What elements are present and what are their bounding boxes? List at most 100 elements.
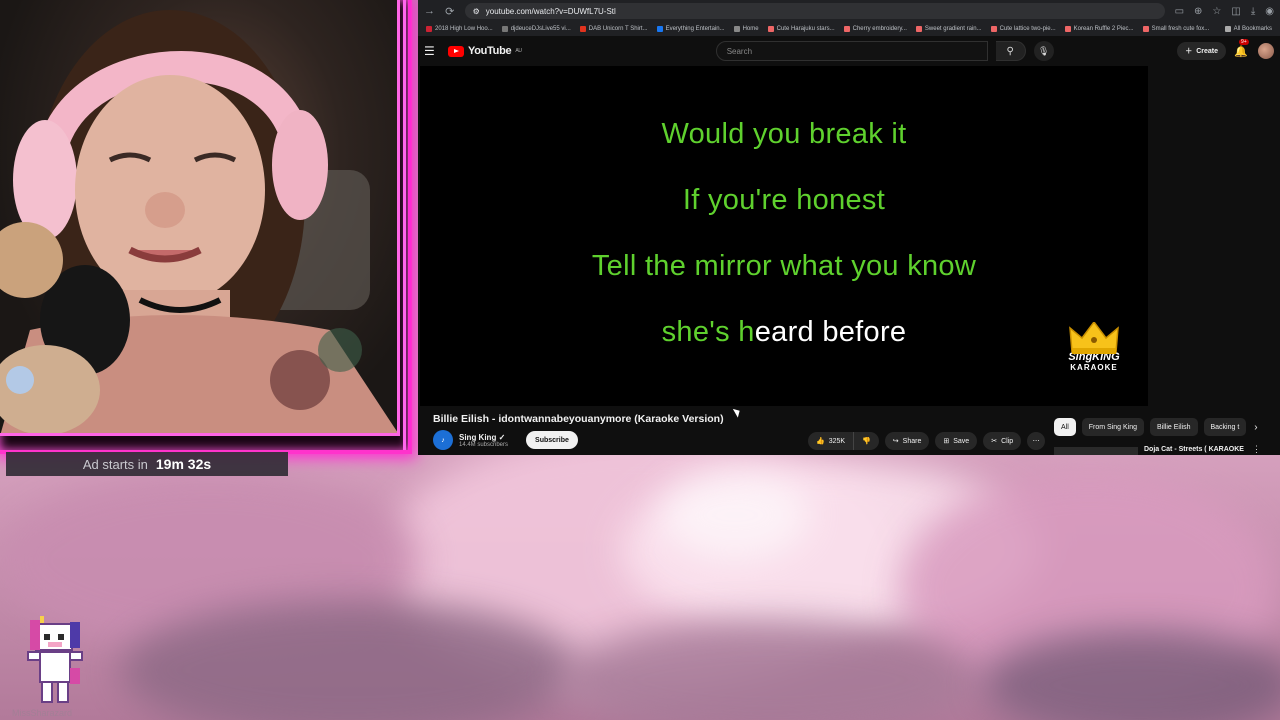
youtube-logo[interactable]: YouTube AU [448, 45, 522, 57]
extensions-icon[interactable]: ◫ [1231, 6, 1240, 17]
recommended-thumbnail[interactable] [1054, 447, 1138, 455]
bookmark-item[interactable]: Small fresh cute fox... [1142, 26, 1209, 32]
like-dislike-group: 👍 325K 👎 [808, 432, 879, 450]
forward-icon[interactable]: → [424, 5, 435, 17]
download-icon[interactable]: ⤓ [1251, 6, 1255, 17]
save-button[interactable]: ⊞ Save [935, 432, 978, 450]
profile-icon[interactable]: ◉ [1265, 6, 1274, 17]
neon-stripe [408, 0, 411, 450]
clip-button[interactable]: ✂ Clip [983, 432, 1022, 450]
create-label: Create [1196, 47, 1218, 55]
screen-icon[interactable]: ▭ [1175, 6, 1184, 17]
address-bar-icons: ▭ ⊕ ☆ ◫ ⤓ ◉ [1175, 6, 1274, 17]
mouse-cursor [732, 406, 743, 418]
lyric-sung: she's h [661, 316, 755, 348]
bookmark-item[interactable]: Everything Entertain... [656, 26, 725, 32]
bookmark-icon: ⊞ [943, 438, 950, 445]
video-title: Billie Eilish - idontwannabeyouanymore (… [433, 413, 724, 425]
url-text: youtube.com/watch?v=DUWfL7U-Stl [485, 6, 616, 16]
search-input[interactable]: Search [715, 41, 988, 61]
unicorn-sprite [26, 612, 84, 710]
bookmark-item[interactable]: Cute lattice two-pie... [990, 26, 1056, 32]
avatar[interactable] [1258, 43, 1274, 59]
channel-name[interactable]: Sing King ✓ [459, 433, 508, 442]
all-bookmarks[interactable]: All Bookmarks [1224, 26, 1272, 32]
channel-info: Sing King ✓ 14.4M subscribers [459, 433, 508, 448]
chip-from-channel[interactable]: From Sing King [1081, 418, 1145, 436]
bookmark-item[interactable]: djdeuceDJsLive55 vi... [501, 26, 571, 32]
related-chips: All From Sing King Billie Eilish Backing… [1054, 418, 1258, 436]
lyric-line: Would you break it [661, 118, 907, 150]
address-bar-row: → ⟳ ⚙ youtube.com/watch?v=DUWfL7U-Stl ▭ … [418, 0, 1280, 22]
webcam-feed [0, 0, 400, 436]
search-placeholder: Search [726, 46, 753, 56]
sing-king-logo: SingKING KARAOKE [1060, 320, 1128, 372]
browser-window: → ⟳ ⚙ youtube.com/watch?v=DUWfL7U-Stl ▭ … [418, 0, 1280, 455]
lyric-unsung: eard before [754, 316, 907, 348]
channel-row: ♪ Sing King ✓ 14.4M subscribers Subscrib… [433, 430, 578, 450]
webcam-image [0, 10, 397, 433]
channel-subscribers: 14.4M subscribers [459, 441, 509, 448]
recommended-title[interactable]: Doja Cat - Streets ( KARAOKE [1144, 446, 1244, 453]
chip-backing[interactable]: Backing t [1203, 418, 1247, 436]
bell-icon: 🔔 [1234, 45, 1248, 58]
voice-search-button[interactable]: 🎙 [1033, 41, 1054, 61]
mic-icon: 🎙 [1037, 45, 1050, 56]
streamer-name: MissSharazard [12, 708, 73, 718]
more-actions-button[interactable]: ⋯ [1027, 432, 1046, 450]
youtube-play-icon [448, 45, 464, 57]
like-count: 325K [828, 437, 846, 445]
region-label: AU [515, 48, 522, 54]
neon-stripe [403, 0, 406, 450]
ad-timer-value: 19m 32s [155, 456, 212, 472]
search-icon: ⚲ [1006, 45, 1014, 57]
webcam-frame [0, 0, 412, 454]
cloud [660, 470, 810, 560]
scissors-icon: ✂ [991, 438, 998, 445]
site-info-icon[interactable]: ⚙ [473, 7, 480, 16]
ad-timer-label: Ad starts in [82, 456, 148, 472]
share-label: Share [902, 437, 922, 445]
crown-icon [1068, 320, 1120, 354]
chip-all[interactable]: All [1054, 418, 1076, 436]
chevron-right-icon[interactable]: › [1254, 422, 1257, 433]
bookmark-item[interactable]: Home [733, 26, 759, 32]
channel-avatar[interactable]: ♪ [433, 430, 453, 450]
like-button[interactable]: 👍 325K [808, 432, 855, 450]
video-player[interactable]: Would you break it If you're honest Tell… [420, 66, 1148, 406]
youtube-logo-text: YouTube [468, 45, 512, 57]
star-icon[interactable]: ☆ [1212, 6, 1221, 17]
thumbs-up-icon: 👍 [816, 438, 825, 445]
bookmark-item[interactable]: Cute Harajuku stars... [767, 26, 835, 32]
lyric-line-current: she's heard before [420, 316, 1148, 349]
url-bar[interactable]: ⚙ youtube.com/watch?v=DUWfL7U-Stl [464, 3, 1165, 19]
clip-label: Clip [1001, 437, 1014, 445]
share-button[interactable]: ↪ Share [884, 432, 930, 450]
more-icon: ⋯ [1032, 438, 1040, 445]
reload-icon[interactable]: ⟳ [445, 5, 455, 18]
bookmark-item[interactable]: Cherry embroidery... [843, 26, 907, 32]
more-vert-icon[interactable]: ⋮ [1252, 444, 1261, 455]
subscribe-button[interactable]: Subscribe [526, 431, 578, 449]
notification-badge: 9+ [1239, 38, 1249, 45]
chip-artist[interactable]: Billie Eilish [1150, 418, 1198, 436]
search-button[interactable]: ⚲ [995, 41, 1026, 61]
bookmark-item[interactable]: 2018 High Low Hoo... [426, 26, 493, 32]
bookmark-item[interactable]: Korean Ruffle 2 Piec... [1064, 26, 1134, 32]
video-actions: 👍 325K 👎 ↪ Share ⊞ Save ✂ Clip ⋯ [808, 432, 1046, 450]
create-button[interactable]: ＋ Create [1177, 42, 1226, 60]
thumbs-down-icon: 👎 [862, 438, 871, 445]
bookmarks-bar: 2018 High Low Hoo... djdeuceDJsLive55 vi… [418, 22, 1280, 36]
ad-timer: Ad starts in 19m 32s [6, 452, 288, 476]
share-icon: ↪ [892, 438, 899, 445]
dislike-button[interactable]: 👎 [854, 432, 879, 450]
menu-icon[interactable]: ☰ [424, 44, 440, 58]
youtube-header: ☰ YouTube AU Search ⚲ 🎙 ＋ Create 🔔 9+ [418, 36, 1280, 66]
bookmark-item[interactable]: DAB Unicorn T Shirt... [579, 26, 648, 32]
bookmark-item[interactable]: Sweet gradient rain... [915, 26, 982, 32]
verified-icon: ✓ [498, 432, 506, 442]
brand-line-2: KARAOKE [1070, 363, 1118, 372]
zoom-icon[interactable]: ⊕ [1194, 6, 1202, 17]
plus-icon: ＋ [1185, 48, 1193, 55]
notifications-button[interactable]: 🔔 9+ [1234, 38, 1250, 58]
